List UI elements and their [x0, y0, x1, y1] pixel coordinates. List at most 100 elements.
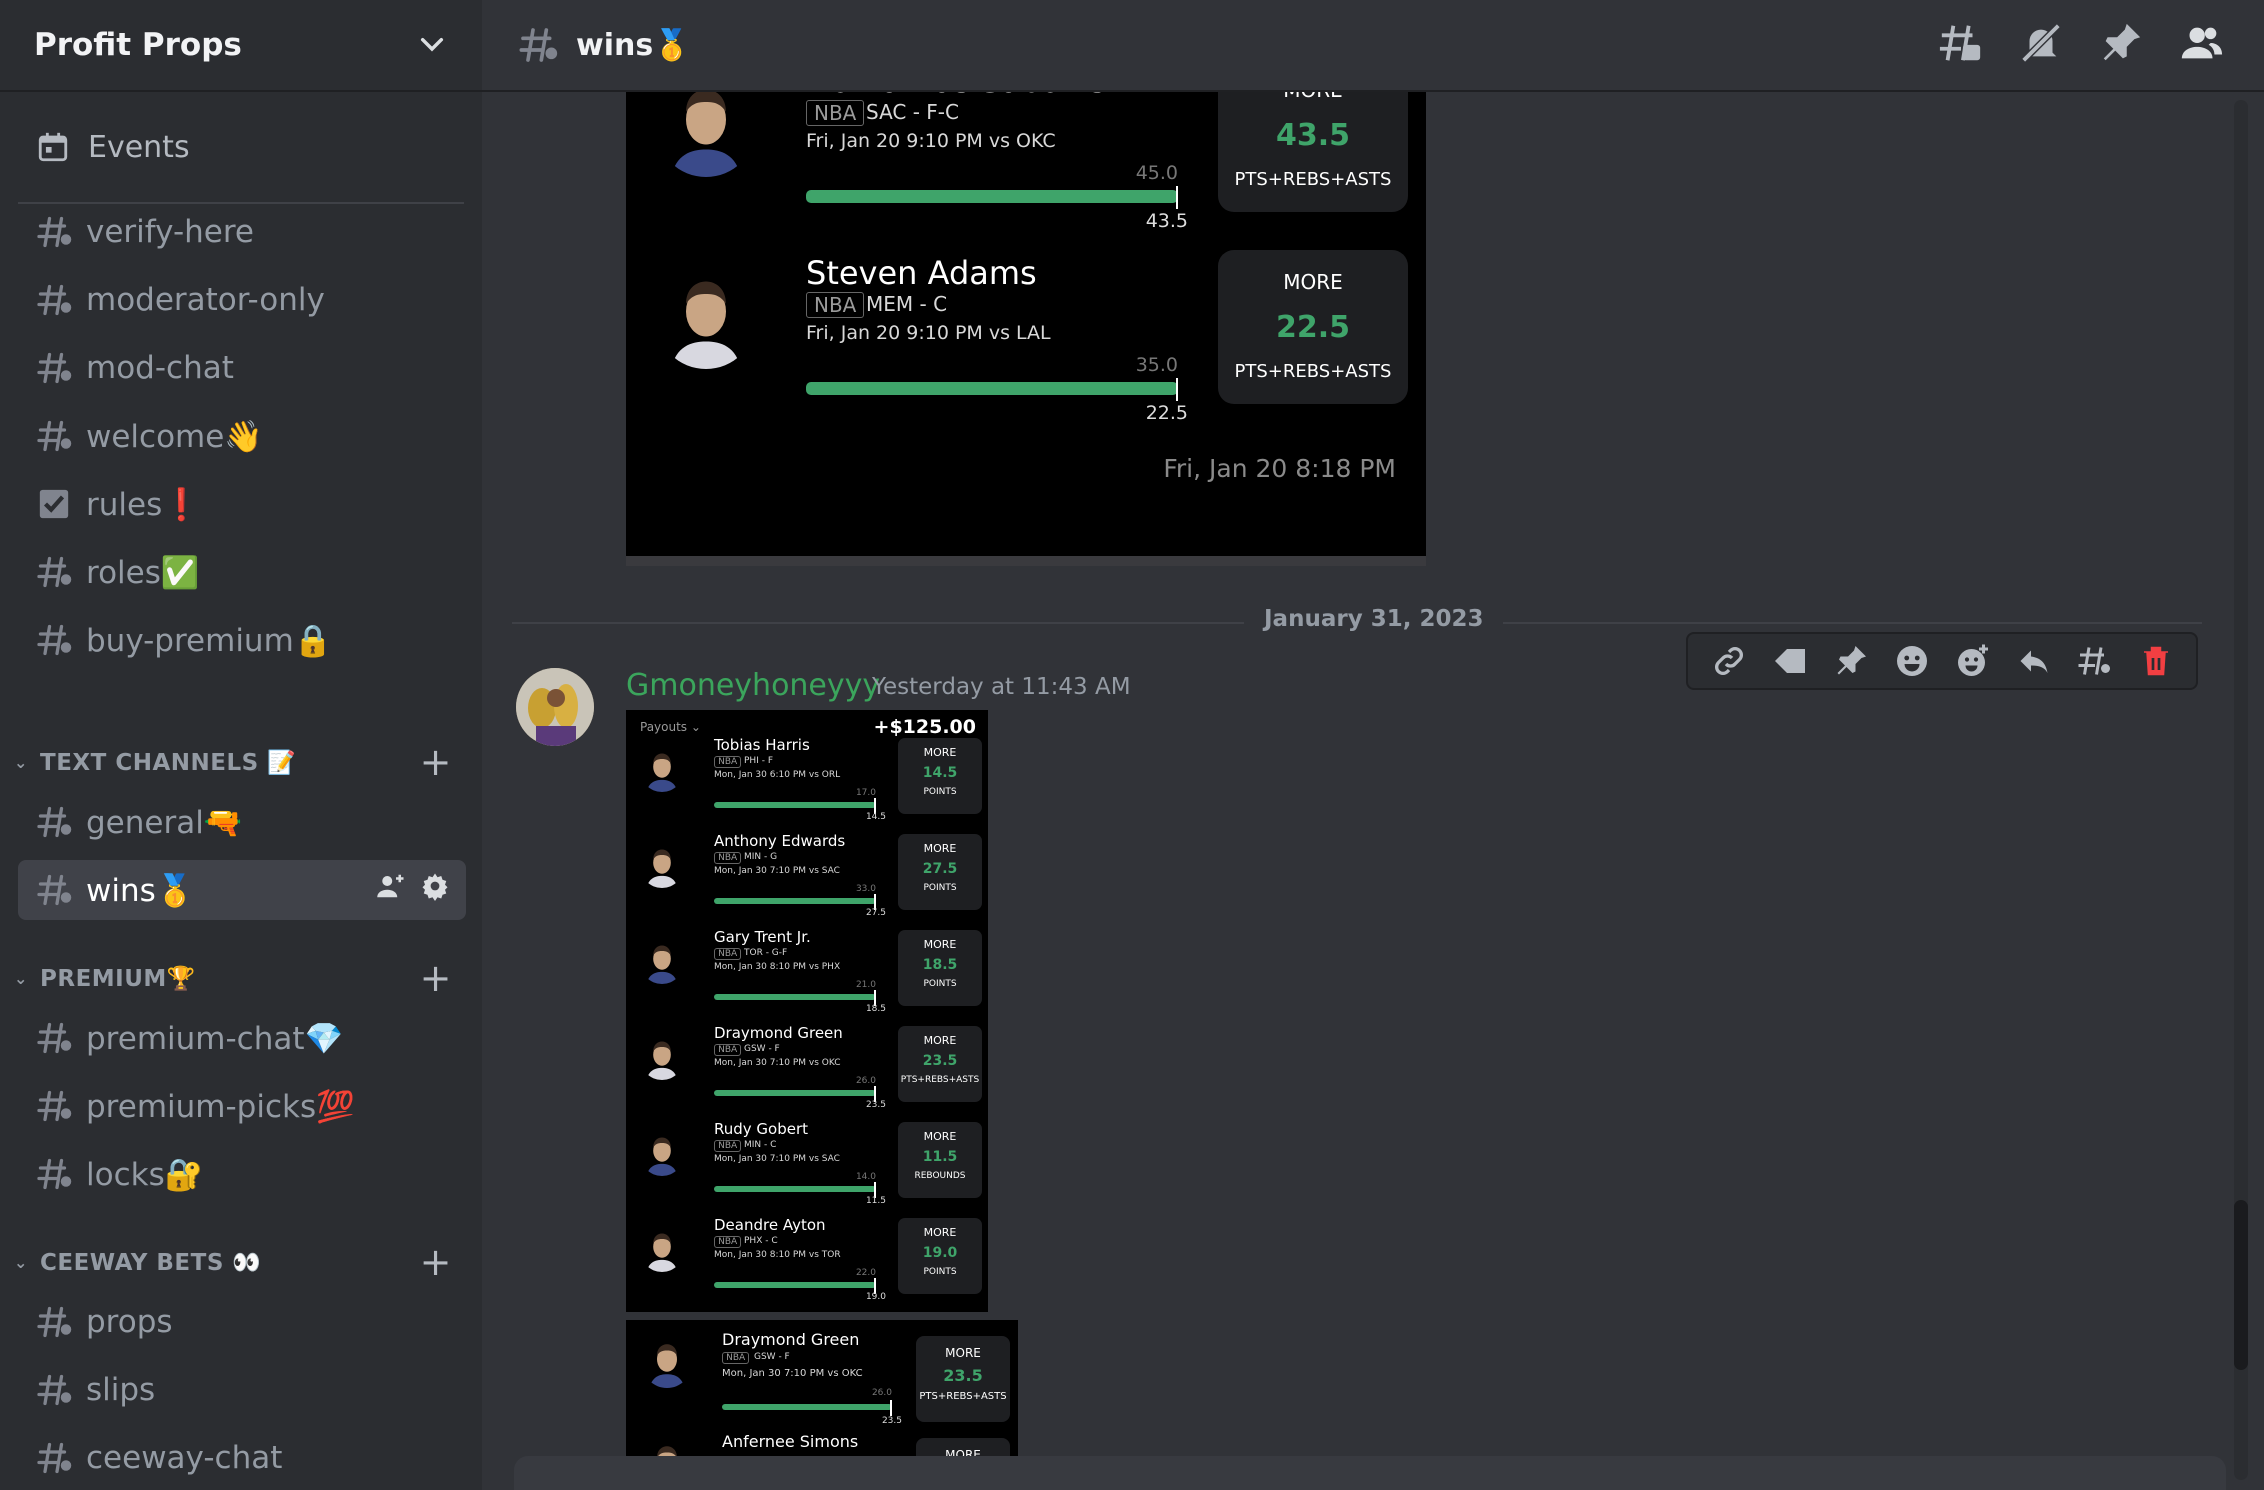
sidebar-channel[interactable]: buy-premium🔒	[18, 610, 466, 670]
emoji-icon[interactable]	[1894, 643, 1930, 679]
add-reaction-icon[interactable]	[1955, 643, 1991, 679]
channel-name: verify-here	[86, 214, 254, 250]
pick-line: 18.5	[922, 957, 958, 973]
pick-box[interactable]: MORE 18.5 POINTS	[898, 930, 982, 1006]
actual-value: 14.0	[855, 1172, 876, 1182]
pick-direction: MORE	[945, 1346, 981, 1360]
sidebar-channel[interactable]: premium-chat💎	[18, 1008, 466, 1068]
payouts-dropdown: Payouts ⌄	[640, 720, 701, 734]
prop-card-image-3[interactable]: Draymond Green NBA GSW - F Mon, Jan 30 7:10…	[626, 1320, 1018, 1456]
player-row: Steven Adams NBA MEM - C Fri, Jan 20 9:10 P…	[626, 184, 1426, 424]
stat-type: PTS+REBS+ASTS	[919, 1391, 1007, 1402]
channel-category[interactable]: ⌄ PREMIUM🏆 +	[10, 956, 474, 1000]
channel-hash-icon	[36, 1372, 72, 1408]
reply-icon[interactable]	[2016, 643, 2052, 679]
player-team: PHX - C	[744, 1236, 778, 1246]
player-team: SAC - F-C	[866, 100, 959, 124]
channel-name: premium-picks💯	[86, 1088, 355, 1125]
pick-box[interactable]: MORE 22.5 PTS+REBS+ASTS	[1218, 250, 1408, 404]
player-photo	[640, 1132, 684, 1176]
add-channel-icon[interactable]: +	[420, 740, 452, 784]
mute-bell-icon[interactable]	[2018, 20, 2064, 66]
channel-name: wins🥇	[86, 872, 195, 909]
pin-icon[interactable]	[2098, 20, 2144, 66]
line-marker	[890, 1400, 892, 1416]
message-composer[interactable]	[514, 1456, 2226, 1490]
game-time: Fri, Jan 20 9:10 PM vs OKC	[806, 130, 1056, 152]
pick-box[interactable]: MORE 23.5 PTS+REBS+ASTS	[916, 1336, 1010, 1422]
copy-link-icon[interactable]	[1711, 643, 1747, 679]
threads-icon[interactable]	[1938, 20, 1984, 66]
sidebar-channel[interactable]: welcome👋	[18, 406, 466, 466]
line-value: 23.5	[881, 1416, 902, 1426]
pick-box[interactable]: MORE 19.0 POINTS	[898, 1218, 982, 1294]
pick-direction: MORE	[923, 842, 957, 855]
prop-card-image-2[interactable]: Payouts ⌄ +$125.00 Tobias Harris NBA PHI -…	[626, 710, 988, 1312]
channel-category[interactable]: ⌄ CEEWAY BETS 👀 +	[10, 1240, 474, 1284]
player-name: Anthony Edwards	[714, 832, 846, 850]
pick-line: 23.5	[943, 1366, 983, 1385]
sidebar-channel[interactable]: mod-chat	[18, 338, 466, 398]
events-item[interactable]: Events	[0, 92, 482, 202]
sidebar-channel[interactable]: verify-here	[18, 202, 466, 262]
league-badge: NBA	[714, 756, 742, 768]
sidebar-channel[interactable]: roles✅	[18, 542, 466, 602]
pick-box[interactable]: MORE 14.5 POINTS	[898, 738, 982, 814]
progress-bar	[714, 1186, 876, 1192]
server-header[interactable]: Profit Props	[0, 0, 482, 92]
sidebar-channel[interactable]: general🔫	[18, 792, 466, 852]
channel-name: premium-chat💎	[86, 1020, 344, 1057]
avatar[interactable]	[516, 668, 594, 746]
prop-card-image-1[interactable]: Fri, Jan 20 8:18 PM Domantas SabonisNBAS…	[626, 92, 1426, 566]
player-photo	[640, 748, 684, 792]
game-time: Mon, Jan 30 8:10 PM vs PHX	[714, 962, 841, 972]
channel-sidebar: Profit Props Events verify-here moderator…	[0, 0, 482, 1490]
pick-box[interactable]: MORE 11.5 REBOUNDS	[898, 1122, 982, 1198]
league-badge: NBA	[714, 1236, 742, 1248]
league-badge: NBA	[714, 1140, 742, 1152]
message-author[interactable]: Gmoneyhoneyyy	[626, 668, 880, 703]
events-label: Events	[88, 129, 190, 165]
sidebar-channel[interactable]: ceeway-chat	[18, 1428, 466, 1488]
channel-hash-icon	[36, 1440, 72, 1476]
stat-type: PTS+REBS+ASTS	[1234, 361, 1392, 382]
pick-direction: MORE	[945, 1448, 981, 1456]
actual-value: 26.0	[855, 1076, 876, 1086]
player-row: Tobias Harris NBA PHI - F Mon, Jan 30 6:10 …	[626, 734, 988, 830]
add-channel-icon[interactable]: +	[420, 956, 452, 1000]
gear-icon[interactable]	[420, 871, 450, 909]
line-value: 19.0	[865, 1292, 886, 1302]
chat-scrollbar-thumb[interactable]	[2234, 1200, 2248, 1370]
sidebar-channel[interactable]: premium-picks💯	[18, 1076, 466, 1136]
member-list-icon[interactable]	[2178, 20, 2224, 66]
player-team: TOR - G-F	[744, 948, 788, 958]
actual-value: 33.0	[855, 884, 876, 894]
card-timestamp: Fri, Jan 20 8:18 PM	[1163, 454, 1396, 483]
sidebar-channel[interactable]: wins🥇	[18, 860, 466, 920]
sidebar-channel[interactable]: locks🔐	[18, 1144, 466, 1204]
pick-box[interactable]: MORE 27.5 POINTS	[898, 834, 982, 910]
pick-box[interactable]: MORE	[916, 1438, 1010, 1456]
pin-message-icon[interactable]	[1833, 643, 1869, 679]
sidebar-channel[interactable]: moderator-only	[18, 270, 466, 330]
player-name: Gary Trent Jr.	[714, 928, 811, 946]
channel-name: general🔫	[86, 804, 243, 841]
channel-hash-icon	[36, 872, 72, 908]
player-photo	[640, 844, 684, 888]
sidebar-channel[interactable]: props	[18, 1292, 466, 1352]
channel-category[interactable]: ⌄ TEXT CHANNELS 📝 +	[10, 740, 474, 784]
invite-icon[interactable]	[376, 871, 406, 909]
pick-box[interactable]: MORE 23.5 PTS+REBS+ASTS	[898, 1026, 982, 1102]
add-channel-icon[interactable]: +	[420, 1240, 452, 1284]
player-row: Draymond Green NBA GSW - F Mon, Jan 30 7:10…	[626, 1022, 988, 1118]
create-thread-icon[interactable]	[2077, 643, 2113, 679]
mark-unread-icon[interactable]	[1772, 643, 1808, 679]
server-name: Profit Props	[34, 27, 242, 63]
pick-direction: MORE	[923, 1130, 957, 1143]
sidebar-channel[interactable]: rules❗	[18, 474, 466, 534]
pick-direction: MORE	[1283, 270, 1343, 294]
player-row: Domantas SabonisNBASAC - F-C Fri, Jan 20 …	[626, 92, 1426, 232]
delete-icon[interactable]	[2138, 643, 2174, 679]
sidebar-channel[interactable]: slips	[18, 1360, 466, 1420]
channel-hash-icon	[36, 214, 72, 250]
